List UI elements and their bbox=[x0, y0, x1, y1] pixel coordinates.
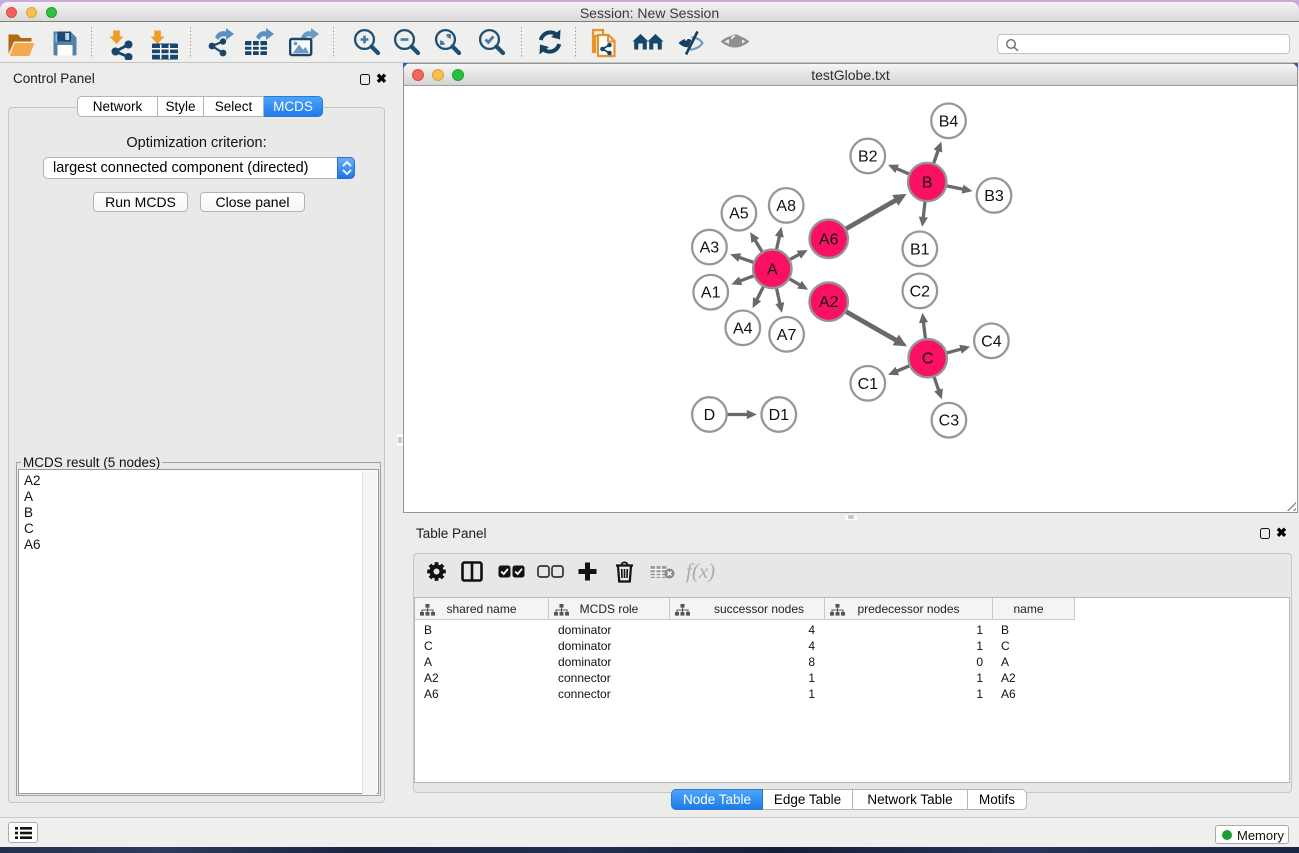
svg-text:B3: B3 bbox=[984, 188, 1004, 205]
svg-text:B1: B1 bbox=[910, 241, 930, 258]
svg-text:C2: C2 bbox=[910, 283, 931, 300]
svg-text:A8: A8 bbox=[776, 198, 796, 215]
svg-text:C3: C3 bbox=[939, 413, 960, 430]
svg-text:C4: C4 bbox=[981, 333, 1002, 350]
svg-text:A1: A1 bbox=[701, 285, 721, 302]
svg-text:C1: C1 bbox=[858, 376, 879, 393]
svg-text:B4: B4 bbox=[939, 113, 959, 130]
svg-text:D: D bbox=[704, 407, 716, 424]
svg-text:D1: D1 bbox=[769, 407, 790, 424]
svg-text:A5: A5 bbox=[729, 206, 749, 223]
svg-text:A7: A7 bbox=[777, 327, 797, 344]
svg-text:A6: A6 bbox=[819, 231, 839, 248]
svg-text:A2: A2 bbox=[819, 294, 839, 311]
svg-text:B2: B2 bbox=[858, 149, 878, 166]
svg-text:A: A bbox=[767, 261, 778, 278]
svg-text:A3: A3 bbox=[700, 240, 720, 257]
svg-text:A4: A4 bbox=[733, 320, 753, 337]
svg-text:C: C bbox=[922, 351, 934, 368]
svg-text:B: B bbox=[922, 175, 933, 192]
